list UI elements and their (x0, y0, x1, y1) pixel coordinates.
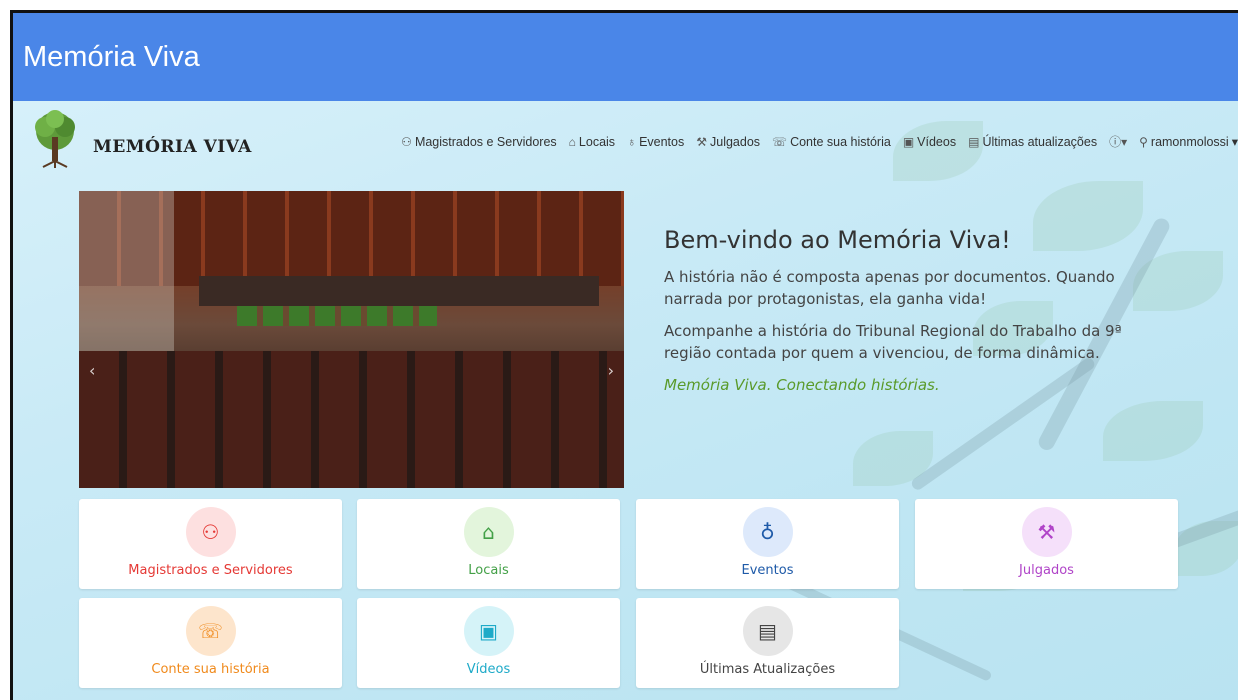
card-label: Últimas Atualizações (699, 662, 836, 677)
brand-name: MEMÓRIA VIVA (93, 137, 252, 157)
app-window: Memória Viva MEMÓRIA VIVA ⚇ Magistrados … (10, 10, 1238, 700)
hero-carousel-image[interactable]: ‹ › (79, 191, 624, 488)
card-ultimas-atualizacoes[interactable]: ▤ Últimas Atualizações (636, 598, 899, 688)
card-locais[interactable]: ⌂ Locais (357, 499, 620, 589)
carousel-prev-icon[interactable]: ‹ (89, 361, 95, 380)
card-videos[interactable]: ▣ Vídeos (357, 598, 620, 688)
nav-conte-sua-historia[interactable]: ☏ Conte sua história (772, 135, 891, 149)
nav-videos[interactable]: ▣ Vídeos (903, 135, 956, 149)
window-title: Memória Viva (23, 41, 200, 73)
user-icon: ⚲ (1139, 134, 1148, 149)
ribbon-icon: ♁ (742, 507, 793, 557)
chevron-down-icon: ▾ (1231, 135, 1238, 149)
tree-logo-icon (35, 110, 75, 168)
people-icon: ⚇ (401, 134, 412, 149)
info-dropdown[interactable]: ⓘ▾ (1109, 133, 1127, 150)
nav-eventos[interactable]: ♁ Eventos (627, 135, 684, 149)
building-icon: ⌂ (463, 507, 514, 557)
nav-label: Eventos (639, 134, 685, 149)
gavel-icon: ⚒ (696, 134, 707, 149)
courtroom-bench (199, 276, 599, 306)
nav-ultimas-atualizacoes[interactable]: ▤ Últimas atualizações (968, 135, 1097, 149)
building-icon: ⌂ (568, 134, 576, 149)
card-eventos[interactable]: ♁ Eventos (636, 499, 899, 589)
nav-julgados[interactable]: ⚒ Julgados (696, 135, 760, 149)
main-nav: ⚇ Magistrados e Servidores ⌂ Locais ♁ Ev… (401, 133, 1238, 150)
card-magistrados[interactable]: ⚇ Magistrados e Servidores (79, 499, 342, 589)
card-label: Magistrados e Servidores (128, 563, 293, 578)
card-label: Eventos (741, 563, 794, 578)
people-icon: ⚇ (185, 507, 236, 557)
courtroom-plants (237, 306, 437, 326)
card-label: Vídeos (466, 662, 511, 677)
welcome-paragraph-2: Acompanhe a história do Tribunal Regiona… (664, 322, 1122, 362)
video-icon: ▣ (463, 606, 514, 656)
nav-label: Magistrados e Servidores (414, 134, 557, 149)
ribbon-icon: ♁ (627, 134, 637, 149)
page-content: MEMÓRIA VIVA ⚇ Magistrados e Servidores … (13, 101, 1238, 700)
list-icon: ▤ (742, 606, 793, 656)
nav-locais[interactable]: ⌂ Locais (569, 135, 615, 149)
chat-icon: ☏ (185, 606, 236, 656)
brand-logo-link[interactable]: MEMÓRIA VIVA (25, 109, 252, 169)
carousel-next-icon[interactable]: › (608, 361, 614, 380)
courtroom-audience (79, 351, 624, 488)
info-icon: ⓘ▾ (1109, 135, 1128, 149)
card-label: Locais (468, 563, 509, 578)
card-julgados[interactable]: ⚒ Julgados (915, 499, 1178, 589)
welcome-heading: Bem-vindo ao Memória Viva! (664, 226, 1011, 254)
chat-icon: ☏ (772, 134, 788, 149)
welcome-section: Bem-vindo ao Memória Viva! A história nã… (664, 226, 1144, 406)
card-conte-sua-historia[interactable]: ☏ Conte sua história (79, 598, 342, 688)
welcome-tagline: Memória Viva. Conectando histórias. (664, 376, 940, 394)
nav-label: Últimas atualizações (982, 134, 1098, 149)
card-label: Conte sua história (151, 662, 270, 677)
nav-magistrados[interactable]: ⚇ Magistrados e Servidores (401, 135, 557, 149)
username: ramonmolossi (1150, 134, 1229, 149)
list-icon: ▤ (968, 134, 980, 149)
title-bar: Memória Viva (13, 13, 1238, 101)
gavel-icon: ⚒ (1021, 507, 1072, 557)
card-label: Julgados (1019, 563, 1074, 578)
video-icon: ▣ (902, 134, 915, 149)
nav-label: Conte sua história (790, 134, 891, 149)
nav-label: Julgados (710, 134, 761, 149)
nav-label: Vídeos (917, 134, 957, 149)
user-dropdown[interactable]: ⚲ ramonmolossi ▾ (1139, 134, 1238, 150)
nav-label: Locais (578, 134, 616, 149)
bg-leaf (893, 121, 983, 181)
bg-leaf (1103, 401, 1203, 461)
welcome-paragraph-1: A história não é composta apenas por doc… (664, 268, 1115, 308)
